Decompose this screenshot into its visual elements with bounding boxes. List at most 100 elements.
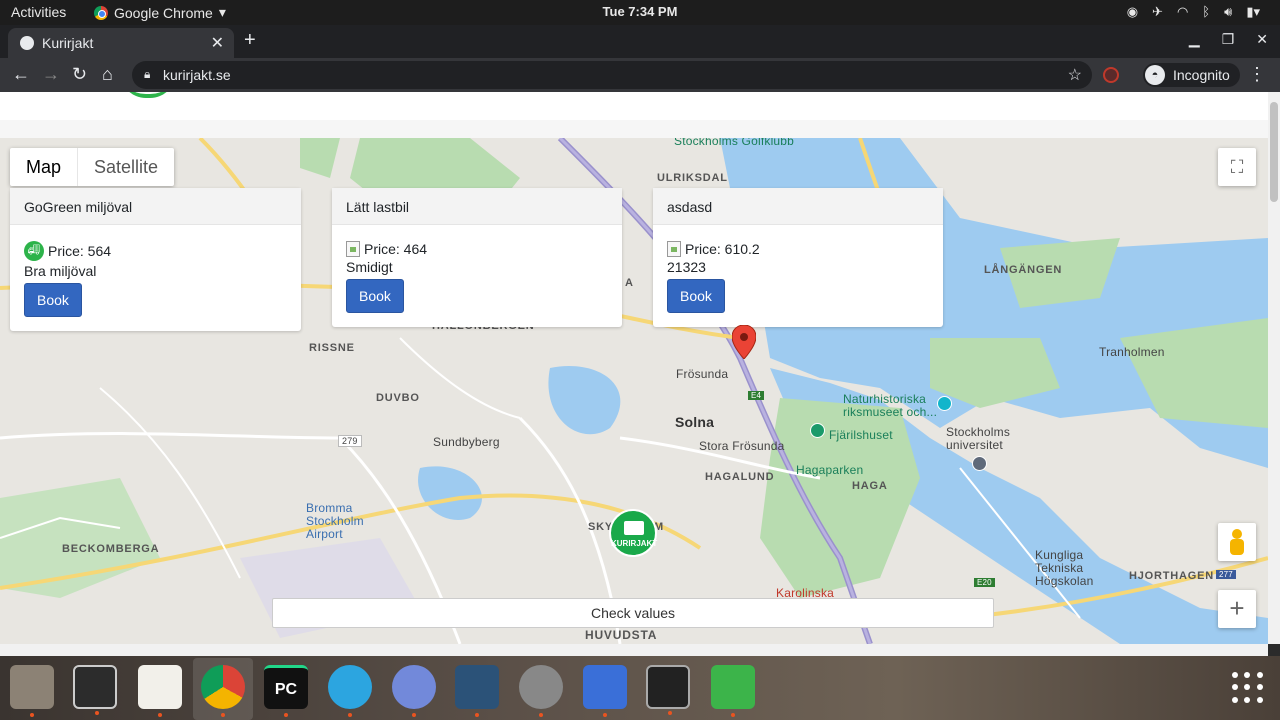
forward-icon[interactable]: →: [42, 64, 60, 85]
map-pin-icon[interactable]: [732, 325, 756, 359]
map-label-huvudsta: HUVUDSTA: [585, 628, 658, 642]
close-window-icon[interactable]: ✕: [1256, 31, 1268, 48]
map-label-stora-frosunda: Stora Frösunda: [699, 439, 785, 453]
university-icon[interactable]: [972, 456, 987, 471]
map-label-ulriksdal: ULRIKSDAL: [657, 172, 728, 184]
book-button[interactable]: Book: [346, 279, 404, 313]
map-label-hagaparken: Hagaparken: [796, 463, 864, 477]
dock: [0, 656, 1280, 720]
horizontal-scrollbar[interactable]: [0, 644, 1268, 656]
battery-icon[interactable]: ▮▾: [1246, 4, 1260, 20]
card-title: asdasd: [653, 188, 943, 225]
map-label-rissne: RISSNE: [309, 342, 355, 354]
terminal-icon[interactable]: [73, 665, 117, 715]
clock[interactable]: Tue 7:34 PM: [0, 4, 1280, 19]
book-button[interactable]: Book: [667, 279, 725, 313]
home-icon[interactable]: ⌂: [102, 64, 113, 85]
mysql-workbench-icon[interactable]: [455, 665, 499, 717]
volume-icon[interactable]: 🔊︎: [1224, 4, 1232, 20]
map-label-bromma-airport: Bromma Stockholm Airport: [306, 501, 364, 541]
truck-icon: [624, 521, 644, 535]
map-label-solna: Solna: [675, 414, 715, 430]
map-label-hagalund: HAGALUND: [705, 471, 775, 483]
minimize-icon[interactable]: ▁: [1189, 31, 1200, 48]
vpn-lock-icon[interactable]: [583, 665, 627, 717]
fullscreen-button[interactable]: ⛶: [1218, 148, 1256, 186]
map-label-fjarilshuset: Fjärilshuset: [829, 428, 893, 442]
pycharm-icon[interactable]: PC: [264, 665, 308, 717]
discord-tray-icon[interactable]: ◉: [1127, 4, 1138, 20]
map-label-sundbyberg: Sundbyberg: [433, 435, 500, 449]
back-icon[interactable]: ←: [12, 64, 30, 85]
map-label-langangen: LÅNGÄNGEN: [984, 264, 1063, 276]
price-label: Price: 564: [48, 243, 112, 259]
zoom-in-button[interactable]: +: [1218, 590, 1256, 628]
card-description: 21323: [667, 259, 706, 275]
telegram-icon[interactable]: [328, 665, 372, 717]
chrome-icon[interactable]: [201, 665, 245, 717]
broken-image-icon: [667, 241, 681, 257]
scrollbar-thumb[interactable]: [1270, 102, 1278, 202]
system-tray[interactable]: ◉ ✈ ◠ ᛒ 🔊︎ ▮▾: [1127, 4, 1260, 20]
extension-icon[interactable]: [1103, 67, 1119, 83]
price-label: Price: 464: [364, 241, 428, 257]
reload-icon[interactable]: ↻: [72, 64, 87, 85]
address-bar[interactable]: 🔒︎ kurirjakt.se ☆: [132, 61, 1092, 89]
lock-icon[interactable]: 🔒︎: [144, 67, 150, 82]
maximize-icon[interactable]: ❐: [1222, 31, 1235, 48]
bluetooth-icon[interactable]: ᛒ: [1202, 4, 1210, 20]
vertical-scrollbar[interactable]: [1268, 92, 1280, 644]
map-type-satellite-button[interactable]: Satellite: [78, 148, 174, 186]
turtle-app-icon[interactable]: [711, 665, 755, 717]
site-logo[interactable]: [120, 92, 176, 98]
system-monitor-icon[interactable]: [646, 665, 690, 715]
map-type-map-button[interactable]: Map: [10, 148, 79, 186]
kurirjakt-map-logo[interactable]: KURIRJAKT: [609, 509, 657, 557]
offer-card: Lätt lastbil Price: 464 Smidigt Book: [332, 188, 622, 327]
book-button[interactable]: Book: [24, 283, 82, 317]
map-label-beckomberga: BECKOMBERGA: [62, 543, 160, 555]
window-controls: ▁ ❐ ✕: [1189, 31, 1268, 48]
map-label-golfklubb: Stockholms Golfklubb: [674, 138, 795, 148]
settings-icon[interactable]: [519, 665, 563, 717]
incognito-icon: ◓: [1145, 65, 1165, 85]
text-editor-icon[interactable]: [138, 665, 182, 717]
museum-icon[interactable]: [937, 396, 952, 411]
url-text[interactable]: kurirjakt.se: [163, 67, 231, 83]
check-values-button[interactable]: Check values: [272, 598, 994, 628]
map-label-frosunda: Frösunda: [676, 367, 729, 381]
tab-title: Kurirjakt: [42, 35, 94, 51]
map-label-kth: Kungliga Tekniska Högskolan: [1035, 548, 1094, 588]
bookmark-star-icon[interactable]: ☆: [1068, 65, 1082, 85]
page-viewport: ULRIKSDAL Stockholms Golfklubb HALLONBER…: [0, 92, 1268, 644]
map[interactable]: ULRIKSDAL Stockholms Golfklubb HALLONBER…: [0, 138, 1268, 644]
gnome-top-bar: Activities Google Chrome ▾ Tue 7:34 PM ◉…: [0, 0, 1280, 25]
close-tab-icon[interactable]: ✕: [211, 33, 224, 53]
wifi-icon[interactable]: ◠: [1177, 4, 1188, 20]
telegram-tray-icon[interactable]: ✈: [1152, 4, 1163, 20]
offer-card: asdasd Price: 610.2 21323 Book: [653, 188, 943, 327]
route-e4: E4: [748, 391, 765, 400]
map-type-control: Map Satellite: [10, 148, 175, 186]
incognito-badge[interactable]: ◓ Incognito: [1143, 63, 1240, 87]
kebab-menu-icon[interactable]: ⋮: [1248, 64, 1266, 85]
map-label-hjorthagen: HJORTHAGEN: [1129, 570, 1215, 582]
street-view-pegman-icon[interactable]: [1218, 523, 1256, 561]
show-applications-icon[interactable]: [1232, 672, 1264, 704]
card-description: Bra miljöval: [24, 263, 97, 279]
tab-strip: Kurirjakt ✕: [0, 25, 1280, 58]
discord-icon[interactable]: [392, 665, 436, 717]
new-tab-button[interactable]: +: [244, 29, 256, 52]
price-row: Price: 464: [346, 241, 608, 257]
broken-image-icon: [346, 241, 360, 257]
fullscreen-icon: ⛶: [1230, 157, 1244, 177]
map-label-tranholmen: Tranholmen: [1099, 345, 1165, 359]
tab-kurirjakt[interactable]: Kurirjakt ✕: [8, 28, 234, 58]
header-spacer: [0, 120, 1268, 138]
files-icon[interactable]: [10, 665, 54, 717]
map-label-haga: HAGA: [852, 480, 888, 492]
browser-toolbar: ← → ↻ ⌂ 🔒︎ kurirjakt.se ☆ ◓ Incognito ⋮: [0, 58, 1280, 92]
garden-icon[interactable]: [810, 423, 825, 438]
map-label-stockholms-universitet: Stockholms universitet: [946, 425, 1011, 452]
card-title: Lätt lastbil: [332, 188, 622, 225]
